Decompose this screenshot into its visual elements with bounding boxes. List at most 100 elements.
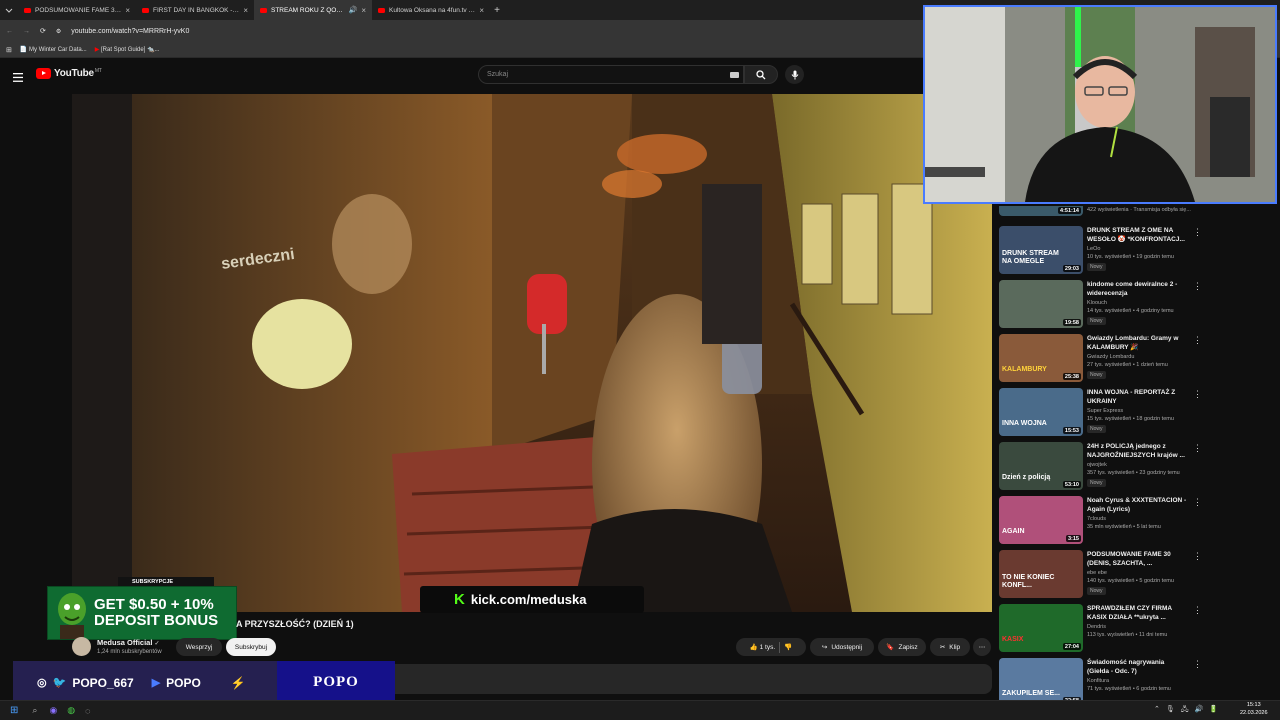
recommendation-channel[interactable]: Super Express xyxy=(1087,408,1123,414)
back-icon[interactable]: ← xyxy=(6,28,13,35)
reload-icon[interactable]: ⟳ xyxy=(40,27,46,35)
browser-tab[interactable]: PODSUMOWANIE FAME 30 (DE× xyxy=(18,0,136,20)
list-item[interactable]: AGAIN 3:15 Noah Cyrus & XXXTENTACION - Aga… xyxy=(999,496,1209,546)
keyboard-icon[interactable] xyxy=(730,72,739,78)
site-info-icon[interactable]: ⚙ xyxy=(56,28,61,35)
search-button[interactable] xyxy=(744,65,778,84)
speaker-icon[interactable]: 🔊 xyxy=(349,6,358,14)
browser-tab[interactable]: Kultowa Oksana na 4fun.tv - dy × xyxy=(372,0,490,20)
discord-icon[interactable]: ◉ xyxy=(49,705,57,716)
subscribe-button[interactable]: Subskrybuj xyxy=(226,638,276,656)
recommendation-title[interactable]: Świadomość nagrywania (Giełda - Odc. 7) xyxy=(1087,658,1187,676)
channel-name[interactable]: Medusa Official ✓ xyxy=(97,638,160,647)
list-item[interactable]: KALAMBURY 25:38 Gwiazdy Lombardu: Gramy w … xyxy=(999,334,1209,384)
url-field[interactable]: youtube.com/watch?v=MRRRrH-yvK0 xyxy=(71,28,189,35)
thumbnail-text: TO NIE KONIEC KONFL... xyxy=(1002,574,1055,589)
more-options-icon[interactable]: ⋮ xyxy=(1193,551,1202,562)
list-item[interactable]: 4:51:14 422 wyświetlenia · Transmisja od… xyxy=(999,206,1209,218)
promo-line-1: GET $0.50 + 10% xyxy=(94,596,214,613)
video-thumbnail[interactable]: 19:58 xyxy=(999,280,1083,328)
recommendation-title[interactable]: INNA WOJNA - REPORTAŻ Z UKRAINY xyxy=(1087,388,1187,406)
bookmark-item[interactable]: ▶ [Rat Spot Guide] 🐀... xyxy=(95,46,160,53)
bookmark-icon: 🔖 xyxy=(886,644,895,651)
list-item[interactable]: 19:58 kindome come dewiralnce 2 - widerec… xyxy=(999,280,1209,330)
obs-icon[interactable]: ◌ xyxy=(85,706,90,716)
video-thumbnail[interactable]: 4:51:14 xyxy=(999,206,1083,216)
video-thumbnail[interactable]: KALAMBURY 25:38 xyxy=(999,334,1083,382)
avatar[interactable] xyxy=(72,637,91,656)
list-item[interactable]: Dzień z policją 53:10 24H z POLICJĄ jedneg… xyxy=(999,442,1209,492)
video-player[interactable]: serdeczni xyxy=(72,94,992,612)
browser-tab-active[interactable]: STREAM ROKU Z QOOSIK 🔊 × xyxy=(254,0,372,20)
close-icon[interactable]: × xyxy=(243,6,248,15)
windows-start-icon[interactable]: ⊞ xyxy=(10,705,18,716)
taskbar-clock[interactable]: 15:13 22.03.2026 xyxy=(1240,701,1268,717)
video-thumbnail[interactable]: TO NIE KONIEC KONFL... xyxy=(999,550,1083,598)
more-options-icon[interactable]: ⋮ xyxy=(1193,335,1202,346)
recommendation-title[interactable]: Gwiazdy Lombardu: Gramy w KALAMBURY 🎉 xyxy=(1087,334,1187,352)
new-badge: Nowy xyxy=(1087,425,1106,433)
clip-button[interactable]: ✂ Klip xyxy=(930,638,970,656)
new-tab-button[interactable]: + xyxy=(490,5,504,16)
recommendation-channel[interactable]: LeOo xyxy=(1087,246,1100,252)
youtube-logo[interactable]: YouTube MT xyxy=(36,68,102,79)
video-thumbnail[interactable]: DRUNK STREAM NA OMEGLE 29:03 xyxy=(999,226,1083,274)
kick-logo-icon: K xyxy=(454,591,465,608)
video-thumbnail[interactable]: AGAIN 3:15 xyxy=(999,496,1083,544)
search-input[interactable]: Szukaj xyxy=(478,65,744,84)
list-item[interactable]: ZAKUPILEM SE...22:58Świadomość nagrywani… xyxy=(999,658,1209,700)
recommendation-channel[interactable]: Konfitura xyxy=(1087,678,1109,684)
video-thumbnail[interactable]: Dzień z policją 53:10 xyxy=(999,442,1083,490)
video-thumbnail[interactable]: ZAKUPILEM SE...22:58 xyxy=(999,658,1083,700)
recommendation-title[interactable]: PODSUMOWANIE FAME 30 (DENIS, SZACHTA, ..… xyxy=(1087,550,1187,568)
recommendation-channel[interactable]: Dendris xyxy=(1087,624,1106,630)
recommendation-channel[interactable]: Gwiazdy Lombardu xyxy=(1087,354,1134,360)
recommendation-channel[interactable]: Kloouch xyxy=(1087,300,1107,306)
recommendation-channel[interactable]: 7clouds xyxy=(1087,516,1106,522)
recommendation-title[interactable]: Noah Cyrus & XXXTENTACION - Again (Lyric… xyxy=(1087,496,1187,514)
like-button[interactable]: 👍 1 tys. xyxy=(750,643,775,651)
more-options-icon[interactable]: ⋮ xyxy=(1193,605,1202,616)
support-button[interactable]: Wesprzyj xyxy=(176,638,222,656)
close-icon[interactable]: × xyxy=(125,6,130,15)
tab-list-button[interactable] xyxy=(0,6,18,14)
dislike-button[interactable]: 👎 xyxy=(784,643,792,651)
deposit-bonus-banner: GET $0.50 + 10% DEPOSIT BONUS xyxy=(47,586,237,640)
voice-search-button[interactable] xyxy=(785,65,804,84)
recommendation-title[interactable]: 24H z POLICJĄ jednego z NAJGROŹNIEJSZYCH… xyxy=(1087,442,1187,460)
more-options-icon[interactable]: ⋮ xyxy=(1193,497,1202,508)
video-thumbnail[interactable]: INNA WOJNA 15:53 xyxy=(999,388,1083,436)
list-item[interactable]: KASIX 27:04 SPRAWDZIŁEM CZY FIRMA KASIX DZ… xyxy=(999,604,1209,654)
apps-icon[interactable]: ⊞ xyxy=(6,46,12,54)
list-item[interactable]: DRUNK STREAM NA OMEGLE 29:03 DRUNK STREAM … xyxy=(999,226,1209,276)
more-options-icon[interactable]: ⋮ xyxy=(1193,281,1202,292)
recommendation-channel[interactable]: ebe ebe xyxy=(1087,570,1107,576)
close-icon[interactable]: × xyxy=(361,6,366,15)
browser-tab[interactable]: FIRST DAY IN BANGKOK - Yo × xyxy=(136,0,254,20)
divider xyxy=(779,641,781,653)
share-button[interactable]: ↪ Udostępnij xyxy=(810,638,874,656)
chrome-icon[interactable]: ◍ xyxy=(67,705,75,716)
more-options-icon[interactable]: ⋮ xyxy=(1193,227,1202,238)
list-item[interactable]: TO NIE KONIEC KONFL... PODSUMOWANIE FAME … xyxy=(999,550,1209,600)
close-icon[interactable]: × xyxy=(479,6,484,15)
search-icon[interactable]: ⌕ xyxy=(32,705,37,716)
streamer-socials-bar: ◎ 🐦 POPO_667 ▶ POPO ⚡ POPO xyxy=(13,661,395,704)
video-thumbnail[interactable]: KASIX 27:04 xyxy=(999,604,1083,652)
recommendation-meta: 140 tys. wyświetleń • 5 godzin temu xyxy=(1087,578,1174,584)
more-options-icon[interactable]: ⋮ xyxy=(1193,389,1202,400)
more-actions-button[interactable]: ⋯ xyxy=(973,638,991,656)
list-item[interactable]: INNA WOJNA 15:53 INNA WOJNA - REPORTAŻ Z U… xyxy=(999,388,1209,438)
recommendation-title[interactable]: DRUNK STREAM Z OME NA WESOŁO 🤡 *KONFRONT… xyxy=(1087,226,1187,244)
recommendation-title[interactable]: kindome come dewiralnce 2 - widerecenzja xyxy=(1087,280,1187,298)
duration-badge: 25:38 xyxy=(1062,373,1081,380)
more-options-icon[interactable]: ⋮ xyxy=(1193,443,1202,454)
save-button[interactable]: 🔖 Zapisz xyxy=(878,638,926,656)
system-tray-icons[interactable]: ⌃🎙🖧🔊🔋 xyxy=(1154,705,1224,716)
forward-icon[interactable]: → xyxy=(23,28,30,35)
more-options-icon[interactable]: ⋮ xyxy=(1193,659,1202,670)
recommendation-title[interactable]: SPRAWDZIŁEM CZY FIRMA KASIX DZIAŁA **ukr… xyxy=(1087,604,1187,622)
recommendation-channel[interactable]: ojwojtek xyxy=(1087,462,1107,468)
menu-icon[interactable] xyxy=(13,69,23,87)
bookmark-item[interactable]: 📄 My Winter Car Data... xyxy=(20,46,87,53)
